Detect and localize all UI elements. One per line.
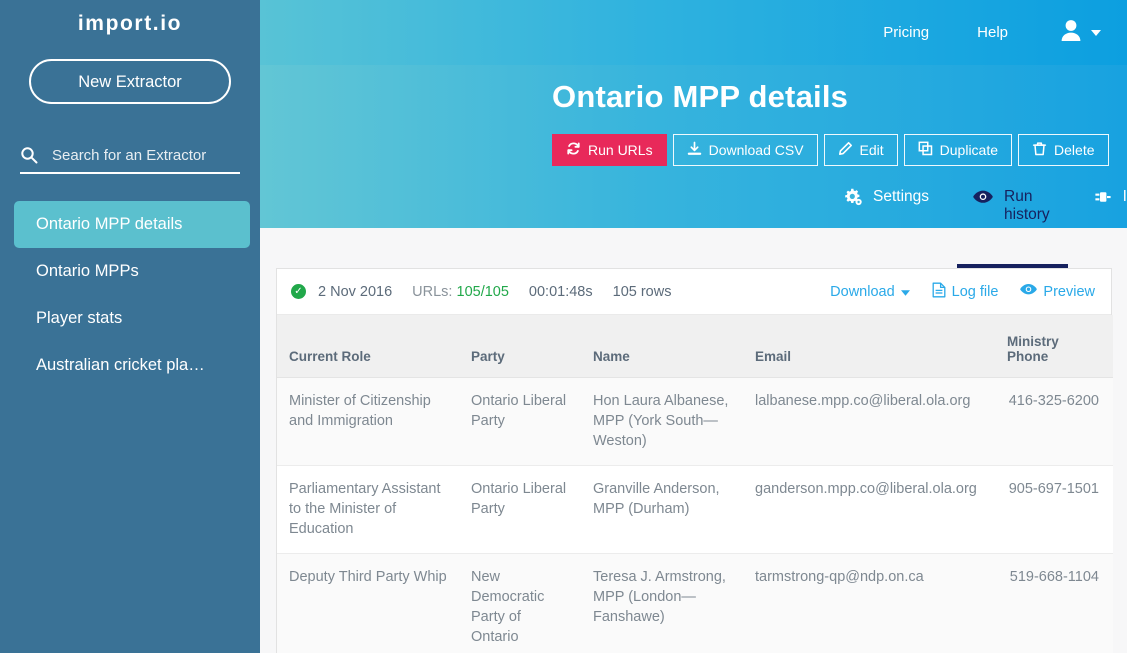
brand-logo: import.io — [77, 12, 183, 35]
action-toolbar: Run URLs Download CSV Edit Duplicate Del… — [552, 134, 1127, 166]
cell-party: Ontario Liberal Party — [459, 377, 581, 466]
hero-header: Ontario MPP details Run URLs Download CS… — [260, 65, 1127, 268]
cell-email: tarmstrong-qp@ndp.on.ca — [743, 553, 995, 653]
download-menu-label: Download — [830, 283, 895, 300]
edit-button[interactable]: Edit — [823, 134, 898, 166]
run-row-count: 105 rows — [612, 283, 672, 300]
search-box[interactable] — [20, 138, 240, 174]
duplicate-button[interactable]: Duplicate — [903, 134, 1013, 166]
sidebar: import.io New Extractor Ontario MPP deta… — [0, 0, 260, 653]
run-history-card: ✓ 2 Nov 2016 URLs: 105/105 00:01:48s 105… — [276, 268, 1113, 653]
download-icon — [687, 141, 702, 159]
user-avatar-icon — [1058, 18, 1084, 47]
document-icon — [932, 282, 946, 302]
cell-name: Granville Anderson, MPP (Durham) — [581, 465, 743, 554]
log-file-link[interactable]: Log file — [932, 282, 999, 302]
preview-label: Preview — [1043, 283, 1095, 300]
column-header-name[interactable]: Name — [581, 315, 743, 378]
cell-name: Teresa J. Armstrong, MPP (London—Fanshaw… — [581, 553, 743, 653]
download-menu[interactable]: Download — [830, 284, 910, 300]
chevron-down-icon — [900, 284, 910, 300]
cell-current-role: Parliamentary Assistant to the Minister … — [277, 465, 459, 554]
nav-link-help[interactable]: Help — [953, 24, 1032, 41]
results-table: Current Role Party Name Email Ministry P… — [277, 315, 1113, 653]
app-root: import.io New Extractor Ontario MPP deta… — [0, 0, 1127, 653]
preview-link[interactable]: Preview — [1020, 283, 1095, 300]
cell-email: ganderson.mpp.co@liberal.ola.org — [743, 465, 995, 554]
sidebar-nav: Ontario MPP details Ontario MPPs Player … — [0, 201, 260, 389]
run-summary-row: ✓ 2 Nov 2016 URLs: 105/105 00:01:48s 105… — [277, 269, 1111, 315]
edit-label: Edit — [859, 142, 884, 158]
delete-button[interactable]: Delete — [1018, 134, 1109, 166]
nav-link-pricing[interactable]: Pricing — [859, 24, 953, 41]
tab-run-history-label: Run history — [1004, 188, 1050, 223]
sidebar-item-ontario-mpp-details[interactable]: Ontario MPP details — [14, 201, 250, 248]
content-area: ✓ 2 Nov 2016 URLs: 105/105 00:01:48s 105… — [260, 228, 1127, 653]
main-area: Pricing Help Ontario MPP details Run URL… — [260, 0, 1127, 653]
run-urls-label: Run URLs — [588, 142, 653, 158]
table-row[interactable]: Parliamentary Assistant to the Minister … — [277, 465, 1113, 554]
duplicate-label: Duplicate — [939, 142, 999, 158]
page-title: Ontario MPP details — [552, 79, 849, 114]
column-header-email[interactable]: Email — [743, 315, 995, 378]
cell-ministry-phone: 905-697-1501 — [995, 465, 1113, 554]
table-row[interactable]: Minister of Citizenship and Immigration … — [277, 377, 1113, 466]
tab-integrate[interactable]: Integrate — [1094, 184, 1127, 246]
run-urls-label: URLs: — [412, 283, 453, 300]
sidebar-item-ontario-mpps[interactable]: Ontario MPPs — [14, 248, 250, 295]
search-icon — [20, 146, 38, 164]
eye-icon — [1020, 283, 1038, 300]
tab-settings-label: Settings — [873, 188, 930, 205]
top-navbar: Pricing Help — [260, 0, 1127, 65]
run-urls-button[interactable]: Run URLs — [552, 134, 667, 166]
new-extractor-button[interactable]: New Extractor — [29, 59, 231, 104]
run-urls-value: 105/105 — [456, 283, 509, 300]
cell-email: lalbanese.mpp.co@liberal.ola.org — [743, 377, 995, 466]
check-circle-icon: ✓ — [291, 284, 306, 299]
account-menu[interactable] — [1032, 18, 1101, 47]
run-date: 2 Nov 2016 — [318, 283, 393, 300]
tab-integrate-label: Integrate — [1122, 188, 1127, 205]
cell-ministry-phone: 416-325-6200 — [995, 377, 1113, 466]
column-header-party[interactable]: Party — [459, 315, 581, 378]
cell-current-role: Deputy Third Party Whip — [277, 553, 459, 653]
chevron-down-icon — [1091, 29, 1101, 36]
download-csv-label: Download CSV — [708, 142, 804, 158]
cell-party: Ontario Liberal Party — [459, 465, 581, 554]
column-header-ministry-phone[interactable]: Ministry Phone — [995, 315, 1113, 378]
run-urls: URLs: 105/105 — [412, 284, 509, 300]
sidebar-item-australian-cricket-players[interactable]: Australian cricket pla… — [14, 342, 250, 389]
table-header: Current Role Party Name Email Ministry P… — [277, 315, 1113, 378]
table-row[interactable]: Deputy Third Party Whip New Democratic P… — [277, 553, 1113, 653]
cell-name: Hon Laura Albanese, MPP (York South—West… — [581, 377, 743, 466]
tab-settings[interactable]: Settings — [844, 184, 929, 246]
column-header-current-role[interactable]: Current Role — [277, 315, 459, 378]
table-body: Minister of Citizenship and Immigration … — [277, 377, 1113, 653]
plug-icon — [1094, 188, 1112, 211]
delete-label: Delete — [1054, 142, 1095, 158]
sidebar-item-player-stats[interactable]: Player stats — [14, 295, 250, 342]
log-file-label: Log file — [951, 283, 999, 300]
refresh-icon — [566, 141, 581, 159]
cell-current-role: Minister of Citizenship and Immigration — [277, 377, 459, 466]
download-csv-button[interactable]: Download CSV — [672, 134, 818, 166]
eye-icon — [973, 188, 993, 211]
table-header-row: Current Role Party Name Email Ministry P… — [277, 315, 1113, 378]
search-input[interactable] — [52, 146, 240, 164]
run-duration: 00:01:48s — [528, 283, 593, 300]
cell-party: New Democratic Party of Ontario — [459, 553, 581, 653]
pencil-icon — [838, 141, 853, 159]
tab-run-history[interactable]: Run history — [957, 184, 1068, 268]
cell-ministry-phone: 519-668-1104 — [995, 553, 1113, 653]
trash-icon — [1032, 141, 1047, 159]
tab-bar: Settings Run history I — [552, 184, 1127, 268]
gears-icon — [844, 188, 862, 211]
copy-icon — [918, 141, 933, 159]
